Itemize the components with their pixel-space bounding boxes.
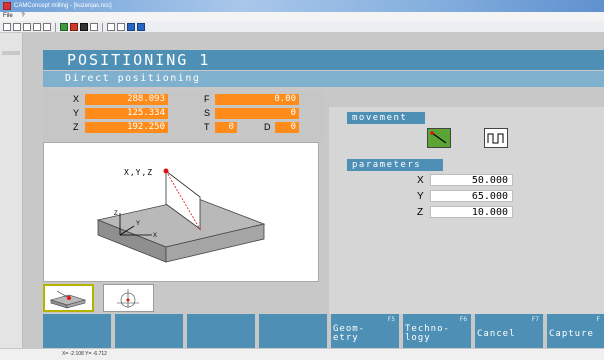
param-z-label: Z — [417, 207, 424, 218]
y-label: Y — [73, 108, 80, 118]
linear-move-button[interactable] — [427, 128, 451, 148]
x-axis-label: X — [153, 233, 157, 239]
target-point — [163, 168, 169, 174]
softkey-4[interactable] — [259, 314, 328, 348]
cancel-label: Cancel — [477, 329, 516, 339]
softkey-1[interactable] — [43, 314, 112, 348]
softkey-3[interactable] — [187, 314, 256, 348]
page-title: POSITIONING 1 — [67, 51, 211, 69]
text-icon[interactable] — [117, 23, 125, 31]
page-subtitle: Direct positioning — [65, 73, 201, 84]
cancel-fkey: F7 — [531, 316, 539, 323]
technology-label: Techno- logy — [405, 324, 450, 343]
cursor-coordinates: X= -2.108 Y= -6.712 — [62, 351, 107, 357]
left-panel — [0, 33, 23, 348]
toolbar-separator — [102, 23, 103, 32]
position-readout: X 288.093 Y 125.334 Z 192.250 F 0.00 S 0… — [43, 91, 323, 141]
window-titlebar: CAMConcept milling - [kuzenjas.ncc] — [0, 0, 604, 12]
capture-fkey: F — [596, 316, 600, 323]
x-label: X — [73, 94, 80, 104]
cnc-application: POSITIONING 1 Direct positioning X 288.0… — [23, 33, 604, 348]
x-readout: 288.093 — [85, 94, 168, 105]
status-bar: X= -2.108 Y= -6.712 — [0, 348, 604, 360]
line-move-icon — [430, 131, 447, 144]
workpiece-preview: Z Y X X,Y,Z — [43, 142, 319, 282]
diameter-readout: 0 — [275, 122, 299, 133]
zoom-icon[interactable] — [107, 23, 115, 31]
geometry-softkey[interactable]: F5 Geom- etry — [331, 314, 400, 348]
workpiece-thumb-icon — [49, 290, 87, 309]
technology-softkey[interactable]: F6 Techno- logy — [403, 314, 472, 348]
param-z-field[interactable]: 10.000 — [430, 206, 513, 218]
undo-icon[interactable] — [33, 23, 41, 31]
view-icon[interactable] — [127, 23, 135, 31]
left-panel-tab[interactable] — [2, 51, 20, 55]
z-label: Z — [73, 122, 79, 132]
tool-icon[interactable] — [70, 23, 78, 31]
spindle-readout: 0 — [215, 108, 299, 119]
new-file-icon[interactable] — [3, 23, 11, 31]
parameters-section-label: parameters — [347, 159, 443, 171]
page-header: POSITIONING 1 — [43, 50, 604, 70]
window-title: CAMConcept milling - [kuzenjas.ncc] — [14, 3, 112, 9]
menu-file[interactable]: File — [3, 13, 13, 19]
step-move-icon — [487, 133, 504, 144]
menu-help[interactable]: ? — [21, 13, 24, 19]
save-icon[interactable] — [23, 23, 31, 31]
tool-target-icon — [117, 289, 139, 308]
capture-label: Capture — [549, 329, 594, 339]
capture-softkey[interactable]: F Capture — [547, 314, 604, 348]
view-tool-button[interactable] — [103, 284, 154, 312]
check-icon[interactable] — [60, 23, 68, 31]
softkey-bar: F5 Geom- etry F6 Techno- logy F7 Cancel … — [43, 314, 604, 348]
geometry-fkey: F5 — [387, 316, 395, 323]
redo-icon[interactable] — [43, 23, 51, 31]
y-readout: 125.334 — [85, 108, 168, 119]
technology-fkey: F6 — [459, 316, 467, 323]
grid-icon[interactable] — [80, 23, 88, 31]
step-move-button[interactable] — [484, 128, 508, 148]
param-x-label: X — [417, 175, 424, 186]
page-subheader: Direct positioning — [43, 71, 604, 87]
param-y-field[interactable]: 65.000 — [430, 190, 513, 202]
y-axis-label: Y — [136, 221, 140, 227]
z-readout: 192.250 — [85, 122, 168, 133]
toolbar — [0, 21, 604, 33]
view-workpiece-button[interactable] — [43, 284, 94, 312]
diameter-label: D — [264, 122, 271, 132]
app-icon — [3, 2, 11, 10]
tool-label: T — [204, 122, 210, 132]
softkey-2[interactable] — [115, 314, 184, 348]
spindle-label: S — [204, 108, 211, 118]
export-icon[interactable] — [90, 23, 98, 31]
geometry-label: Geom- etry — [333, 324, 366, 343]
feed-label: F — [204, 94, 210, 104]
param-x-field[interactable]: 50.000 — [430, 174, 513, 186]
feed-readout: 0.00 — [215, 94, 299, 105]
cancel-softkey[interactable]: F7 Cancel — [475, 314, 544, 348]
param-y-label: Y — [417, 191, 424, 202]
workpiece-drawing: Z Y X X,Y,Z — [96, 168, 266, 263]
menu-bar: File ? — [0, 12, 604, 21]
settings-panel: movement parameters X 50.000 Y 65.000 Z … — [329, 107, 604, 314]
movement-section-label: movement — [347, 112, 425, 124]
view-caption: X,Y,Z — [124, 168, 153, 177]
open-icon[interactable] — [13, 23, 21, 31]
tool-readout: 0 — [215, 122, 237, 133]
window-icon[interactable] — [137, 23, 145, 31]
z-axis-label: Z — [114, 211, 118, 217]
toolbar-separator — [55, 23, 56, 32]
